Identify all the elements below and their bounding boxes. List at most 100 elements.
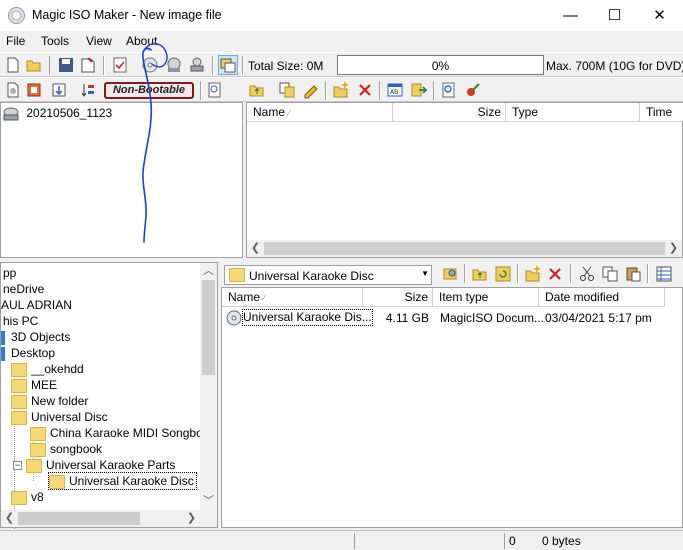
tree-item-universal-karaoke-parts[interactable]: − Universal Karaoke Parts <box>13 457 175 473</box>
sort-indicator-icon: ⁄ <box>263 293 265 303</box>
filesystem-tree-pane[interactable]: pp neDrive AUL ADRIAN his PC 3D Objects … <box>0 262 218 543</box>
rename-icon[interactable] <box>302 81 320 99</box>
menu-view[interactable]: View <box>86 34 112 48</box>
tree-item-new-folder[interactable]: New folder <box>11 393 88 409</box>
column-header-size[interactable]: Size <box>393 103 506 122</box>
tree-item-onedrive[interactable]: neDrive <box>3 281 44 297</box>
minimize-button[interactable]: — <box>548 0 593 31</box>
column-header-size[interactable]: Size <box>363 288 433 307</box>
tools-icon[interactable] <box>464 81 482 99</box>
tree-item-this-pc[interactable]: his PC <box>3 313 38 329</box>
column-header-time[interactable]: Time <box>640 103 683 122</box>
save-as-icon[interactable] <box>79 56 97 74</box>
path-combobox[interactable]: Universal Karaoke Disc ▼ <box>224 265 432 285</box>
tree-item-desktop[interactable]: Desktop <box>1 345 55 361</box>
properties-icon[interactable] <box>111 56 129 74</box>
tree-item-universal-disc[interactable]: Universal Disc <box>11 409 108 425</box>
scroll-left-arrow-icon[interactable]: ❮ <box>247 240 264 257</box>
tree-item-label: pp <box>3 266 17 280</box>
folder-up-icon[interactable] <box>248 81 266 99</box>
filesystem-file-list[interactable]: Name ⁄ Size Item type Date modified Univ… <box>221 287 683 528</box>
tree-item-universal-karaoke-disc[interactable]: Universal Karaoke Disc <box>48 472 197 490</box>
virtual-drive-icon[interactable] <box>165 56 183 74</box>
scroll-down-arrow-icon[interactable]: ﹀ <box>200 493 217 510</box>
iso-list-hscrollbar[interactable]: ❮ ❯ <box>247 240 682 257</box>
column-header-name[interactable]: Name ⁄ <box>222 288 363 307</box>
new-folder-icon[interactable] <box>524 265 542 283</box>
window-layout-icon[interactable] <box>218 55 238 75</box>
tree-vscrollbar[interactable]: ︿ ﹀ <box>200 263 217 527</box>
search-icon[interactable] <box>440 81 458 99</box>
tree-item-app[interactable]: pp <box>3 265 16 281</box>
sort-indicator-icon: ⁄ <box>288 108 290 118</box>
burn-cd-icon[interactable] <box>141 56 159 74</box>
tree-item-mee[interactable]: MEE <box>11 377 57 393</box>
folder-up-icon[interactable] <box>471 265 489 283</box>
status-files: 0 files <box>504 533 538 549</box>
extract-icon[interactable] <box>50 81 68 99</box>
iso-file-list[interactable]: Name ⁄ Size Type Time ❮ ❯ <box>246 102 683 258</box>
iso-tree-pane[interactable]: 20210506_1123 <box>0 102 243 258</box>
refresh-icon[interactable] <box>494 265 512 283</box>
open-folder-icon[interactable] <box>25 56 43 74</box>
dropdown-arrow-icon[interactable]: ▼ <box>421 269 429 278</box>
find-icon[interactable] <box>206 81 224 99</box>
column-header-name[interactable]: Name ⁄ <box>247 103 393 122</box>
menu-tools[interactable]: Tools <box>41 34 69 48</box>
scroll-thumb[interactable] <box>264 242 665 255</box>
column-header-item-type[interactable]: Item type <box>433 288 539 307</box>
explore-icon[interactable] <box>441 265 459 283</box>
tree-item-label: New folder <box>31 394 89 408</box>
drive-icon[interactable] <box>188 56 206 74</box>
scroll-up-arrow-icon[interactable]: ︿ <box>200 263 217 280</box>
new-file-icon[interactable] <box>4 56 22 74</box>
copy-icon[interactable] <box>601 265 619 283</box>
column-header-date-modified[interactable]: Date modified <box>539 288 665 307</box>
delete-icon[interactable] <box>356 81 374 99</box>
non-bootable-badge[interactable]: Non-Bootable <box>104 82 194 99</box>
tree-item-songbook[interactable]: songbook <box>30 441 102 457</box>
secondary-toolbar: Non-Bootable AB <box>0 77 683 102</box>
tree-item-china-karaoke[interactable]: China Karaoke MIDI Songbook <box>30 425 215 441</box>
paste-icon[interactable] <box>624 265 642 283</box>
menu-bar: File Tools View About <box>0 31 683 52</box>
scroll-left-arrow-icon[interactable]: ❮ <box>1 510 18 527</box>
toolbar-separator <box>464 264 466 283</box>
tree-hscrollbar[interactable]: ❮ ❯ <box>1 510 200 527</box>
tree-item-label: songbook <box>50 442 103 456</box>
open-folder-icon <box>49 474 65 489</box>
scroll-thumb[interactable] <box>18 512 140 525</box>
volume-label-icon[interactable]: AB <box>386 81 404 99</box>
go-icon[interactable] <box>410 81 428 99</box>
sort-icon[interactable] <box>79 81 97 99</box>
collapse-icon[interactable]: − <box>13 461 22 471</box>
tree-item-user[interactable]: AUL ADRIAN <box>1 297 72 313</box>
new-folder-icon[interactable] <box>332 81 350 99</box>
column-header-type[interactable]: Type <box>506 103 640 122</box>
copy-files-icon[interactable] <box>278 81 296 99</box>
maximize-button[interactable]: ☐ <box>592 0 637 31</box>
toolbar-separator <box>647 264 649 283</box>
add-files-icon[interactable] <box>25 81 43 99</box>
menu-file[interactable]: File <box>6 34 25 48</box>
folder-icon <box>229 268 245 282</box>
save-icon[interactable] <box>57 56 75 74</box>
delete-icon[interactable] <box>546 265 564 283</box>
folder-icon <box>30 442 46 457</box>
toolbar-separator <box>200 81 202 100</box>
details-view-icon[interactable] <box>655 265 673 283</box>
tree-item-3d-objects[interactable]: 3D Objects <box>1 329 70 345</box>
scroll-right-arrow-icon[interactable]: ❯ <box>183 510 200 527</box>
close-button[interactable]: ✕ <box>637 0 682 31</box>
table-row[interactable]: Universal Karaoke Dis... 4.11 GB MagicIS… <box>224 309 664 327</box>
tree-item-v8[interactable]: v8 <box>11 489 44 505</box>
menu-about[interactable]: About <box>126 34 157 48</box>
tree-item-label: AUL ADRIAN <box>1 298 72 312</box>
iso-root-node[interactable]: 20210506_1123 <box>3 105 112 121</box>
scroll-thumb[interactable] <box>202 280 215 375</box>
tree-item-okehdd[interactable]: __okehdd <box>11 361 84 377</box>
scroll-right-arrow-icon[interactable]: ❯ <box>665 240 682 257</box>
cut-icon[interactable] <box>578 265 596 283</box>
new-image-icon[interactable] <box>4 81 22 99</box>
folder-icon <box>11 378 27 393</box>
